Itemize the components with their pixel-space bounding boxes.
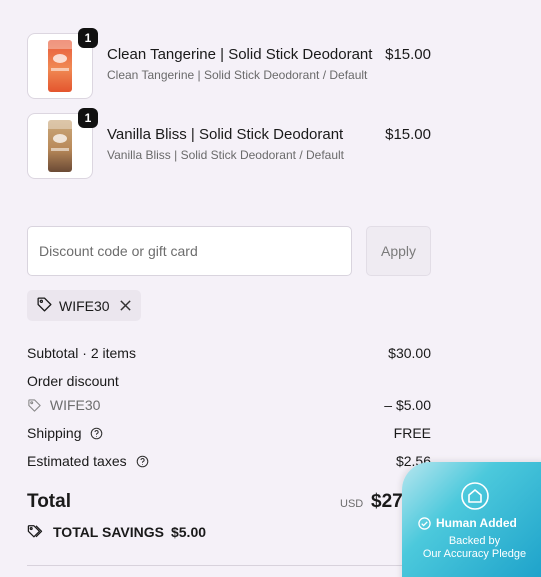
tags-icon	[27, 524, 45, 540]
total-label: Total	[27, 491, 71, 512]
discount-code-input[interactable]	[27, 226, 352, 276]
product-image-vanilla	[48, 120, 72, 172]
quantity-badge: 1	[78, 28, 98, 48]
applied-discount-chip: WIFE30	[27, 290, 141, 321]
subtotal-value: $30.00	[388, 345, 431, 361]
savings-label: TOTAL SAVINGS	[53, 524, 164, 540]
item-price: $15.00	[385, 126, 431, 143]
house-ring-icon	[460, 481, 490, 516]
item-price: $15.00	[385, 46, 431, 63]
trust-line-1: Backed by	[448, 535, 501, 547]
discount-code-label: WIFE30	[49, 397, 101, 413]
shipping-row: Shipping FREE	[27, 425, 431, 443]
line-item: 1 Vanilla Bliss | Solid Stick Deodorant …	[27, 108, 431, 179]
product-thumbnail: 1	[27, 28, 98, 99]
tag-icon	[27, 398, 42, 416]
currency-code: USD	[340, 498, 364, 510]
quantity-badge: 1	[78, 108, 98, 128]
shipping-value: FREE	[393, 425, 431, 441]
trust-title-text: Human Added	[436, 516, 517, 530]
apply-discount-button[interactable]: Apply	[366, 226, 431, 276]
item-variant: Vanilla Bliss | Solid Stick Deodorant / …	[107, 148, 345, 162]
item-name: Vanilla Bliss | Solid Stick Deodorant	[107, 126, 344, 143]
discount-value: – $5.00	[384, 397, 431, 413]
discount-code-row: WIFE30 – $5.00	[27, 397, 431, 416]
trust-line-2: Our Accuracy Pledge	[422, 548, 527, 560]
total-savings: TOTAL SAVINGS $5.00	[27, 524, 206, 540]
item-variant: Clean Tangerine | Solid Stick Deodorant …	[107, 68, 368, 82]
check-circle-icon	[418, 516, 431, 530]
close-icon[interactable]	[119, 299, 132, 312]
item-name: Clean Tangerine | Solid Stick Deodorant	[107, 46, 373, 63]
tag-icon	[36, 296, 53, 316]
subtotal-label: Subtotal · 2 items	[27, 345, 136, 361]
savings-value: $5.00	[170, 524, 207, 540]
applied-code-label: WIFE30	[59, 297, 110, 314]
taxes-label: Estimated taxes	[27, 453, 127, 469]
product-thumbnail: 1	[27, 108, 98, 179]
order-discount-label: Order discount	[27, 373, 119, 389]
trust-title: Human Added	[418, 516, 517, 530]
help-circle-icon[interactable]	[90, 427, 103, 443]
line-item: 1 Clean Tangerine | Solid Stick Deodoran…	[27, 28, 431, 99]
divider	[27, 565, 431, 566]
subtotal-row: Subtotal · 2 items $30.00	[27, 345, 431, 361]
help-circle-icon[interactable]	[136, 455, 149, 471]
taxes-row: Estimated taxes $2.56	[27, 453, 431, 471]
product-image-tangerine	[48, 40, 72, 92]
shipping-label: Shipping	[27, 425, 82, 441]
order-discount-row: Order discount	[27, 373, 431, 389]
